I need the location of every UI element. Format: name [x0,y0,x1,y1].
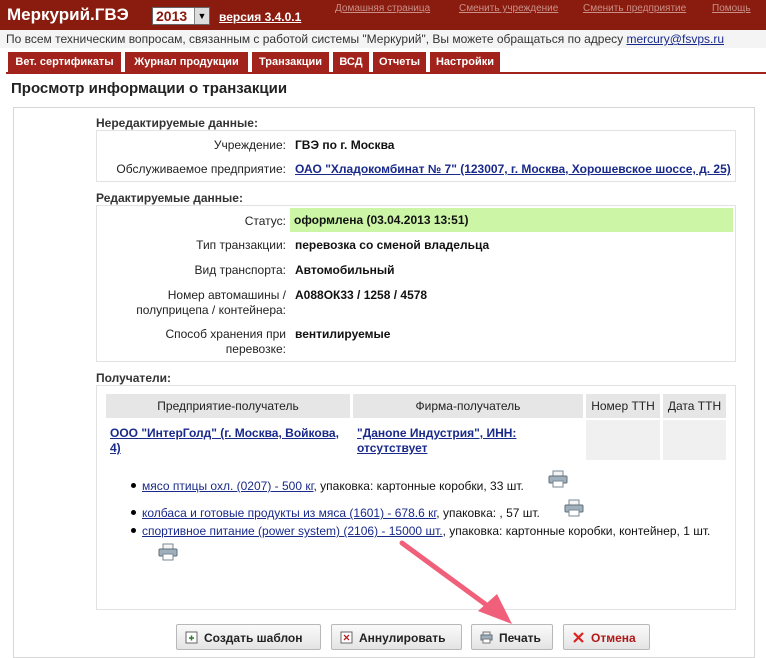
ttn-date-cell [663,420,726,460]
menu-transactions[interactable]: Транзакции [252,52,329,72]
vehicle-value: А088ОК33 / 1258 / 4578 [295,288,428,302]
col-ttn-date: Дата ТТН [663,394,726,418]
transport-value: Автомобильный [295,263,395,277]
status-field: оформлена (03.04.2013 13:51) [290,208,733,232]
list-item: спортивное питание (power system) (2106)… [142,524,711,538]
support-email-link[interactable]: mercury@fsvps.ru [626,32,724,46]
app-brand: Меркурий.ГВЭ [7,5,129,24]
info-bar: По всем техническим вопросам, связанным … [0,30,766,48]
menu-vet-certificates[interactable]: Вет. сертификаты [8,52,121,72]
printer-icon[interactable] [158,543,178,566]
change-enterprise-link[interactable]: Сменить предприятие [583,3,686,14]
year-select[interactable]: 2013 ▼ [152,7,210,25]
cancel-button[interactable]: Отмена [563,624,650,650]
menu-reports[interactable]: Отчеты [373,52,426,72]
readonly-heading: Нередактируемые данные: [96,116,258,130]
recipient-enterprise-link[interactable]: ООО "ИнтерГолд" (г. Москва, Войкова, 4) [110,426,339,456]
printer-icon[interactable] [564,499,584,522]
storage-value: вентилируемые [295,327,391,341]
recipients-heading: Получатели: [96,371,171,385]
change-institution-link[interactable]: Сменить учреждение [459,3,558,14]
menu-settings[interactable]: Настройки [430,52,500,72]
info-text: По всем техническим вопросам, связанным … [6,32,624,46]
recipient-firm-link[interactable]: "Данone Индустрия", ИНН: отсутствует [357,426,516,456]
col-ttn-number: Номер ТТН [586,394,660,418]
print-button[interactable]: Печать [471,624,553,650]
enterprise-label: Обслуживаемое предприятие: [116,162,286,176]
close-icon [573,632,584,643]
vehicle-label-line1: Номер автомашины / [167,288,286,302]
annul-icon [340,631,353,644]
storage-label-line1: Способ хранения при [165,327,286,341]
transport-label: Вид транспорта: [194,263,286,277]
product-link[interactable]: спортивное питание (power system) (2106)… [142,524,443,538]
bullet [131,483,136,488]
enterprise-link[interactable]: ОАО "Хладокомбинат № 7" (123007, г. Моск… [295,162,731,176]
institution-value: ГВЭ по г. Москва [295,138,395,152]
menu-divider [6,72,766,74]
printer-icon[interactable] [548,470,568,493]
editable-heading: Редактируемые данные: [96,191,243,205]
menu-vsd[interactable]: ВСД [333,52,369,72]
type-label: Тип транзакции: [196,238,286,252]
col-firm: Фирма-получатель [353,394,583,418]
top-bar: Меркурий.ГВЭ 2013 ▼ версия 3.4.0.1 Домаш… [0,0,766,30]
ttn-number-cell [586,420,660,460]
template-icon [185,631,198,644]
create-template-button[interactable]: Создать шаблон [176,624,321,650]
chevron-down-icon[interactable]: ▼ [194,8,209,24]
page-title: Просмотр информации о транзакции [11,80,288,97]
storage-label-line2: перевозке: [225,342,286,356]
list-item: мясо птицы охл. (0207) - 500 кг, упаковк… [142,479,524,493]
annul-button[interactable]: Аннулировать [331,624,462,650]
version-link[interactable]: версия 3.4.0.1 [219,10,301,24]
menu-product-journal[interactable]: Журнал продукции [125,52,248,72]
bullet [131,510,136,515]
list-item: колбаса и готовые продукты из мяса (1601… [142,506,540,520]
product-link[interactable]: колбаса и готовые продукты из мяса (1601… [142,506,436,520]
home-link[interactable]: Домашняя страница [335,3,430,14]
help-link[interactable]: Помощь [712,3,751,14]
product-link[interactable]: мясо птицы охл. (0207) - 500 кг [142,479,314,493]
col-enterprise: Предприятие-получатель [106,394,350,418]
institution-label: Учреждение: [213,138,286,152]
vehicle-label-line2: полуприцепа / контейнера: [136,303,286,317]
status-label: Статус: [244,214,286,228]
year-select-value: 2013 [156,8,188,24]
recipients-box [96,385,736,610]
status-value: оформлена (03.04.2013 13:51) [294,213,469,227]
printer-icon [480,631,493,644]
type-value: перевозка со сменой владельца [295,238,490,252]
bullet [131,528,136,533]
